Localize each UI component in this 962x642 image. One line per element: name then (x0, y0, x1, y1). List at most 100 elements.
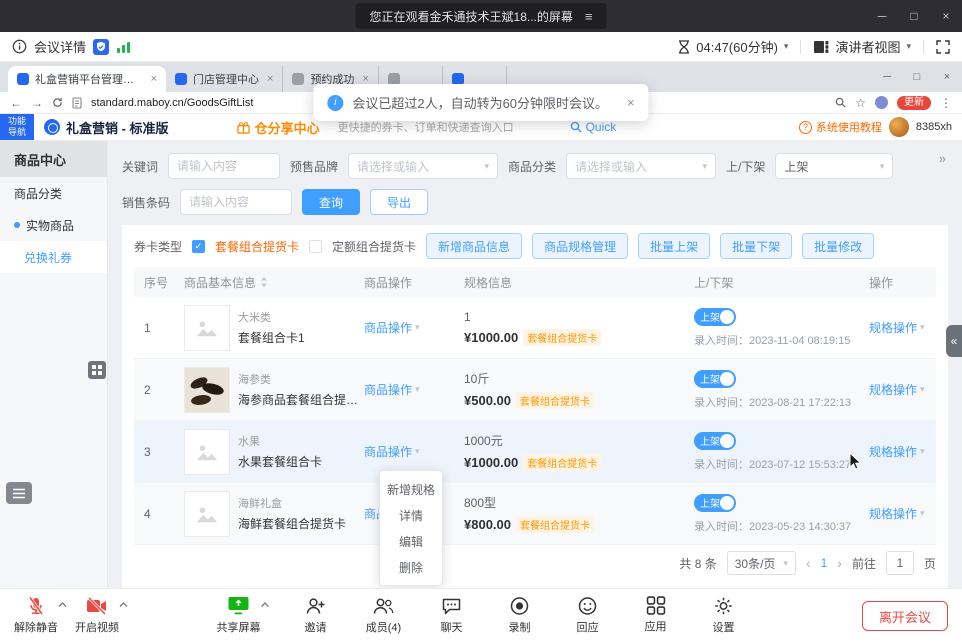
browser-minimize-button[interactable]: ─ (872, 71, 902, 83)
tab-store-center[interactable]: 门店管理中心 × (166, 66, 283, 92)
function-nav-button[interactable]: 功能 导航 (0, 114, 34, 140)
goto-page-input[interactable] (886, 551, 914, 575)
maximize-button[interactable]: □ (898, 0, 930, 32)
export-button[interactable]: 导出 (370, 189, 428, 215)
spec-op-dropdown[interactable]: 规格操作▾ (869, 505, 936, 522)
browser-close-button[interactable]: × (932, 71, 962, 83)
video-options-caret-icon[interactable] (119, 602, 128, 608)
sidebar-item-gift-voucher[interactable]: 兑换礼券 (0, 241, 107, 273)
minimize-button[interactable]: ─ (866, 0, 898, 32)
search-button[interactable]: 查询 (302, 189, 360, 215)
fixed-card-checkbox[interactable] (309, 240, 322, 253)
timer-chevron-icon[interactable]: ▾ (784, 41, 789, 52)
bookmark-star-icon[interactable]: ☆ (855, 96, 866, 110)
leave-meeting-button[interactable]: 离开会议 (862, 601, 948, 631)
page-size-select[interactable]: 30条/页 ▾ (727, 551, 796, 575)
meeting-bar-right: 04:47(60分钟) ▾ 演讲者视图 ▾ (678, 37, 950, 56)
share-options-caret-icon[interactable] (261, 602, 270, 608)
prev-page-button[interactable]: ‹ (806, 555, 811, 571)
menu-item-edit[interactable]: 编辑 (380, 528, 442, 554)
share-center-link[interactable]: 仓分享中心 (237, 118, 320, 137)
forward-icon[interactable]: → (31, 96, 43, 110)
browser-menu-dots-icon[interactable]: ⋮ (940, 96, 952, 110)
shelf-toggle[interactable]: 上架 (694, 308, 736, 326)
shelf-toggle[interactable]: 上架 (694, 432, 736, 450)
sidebar-item-product-center[interactable]: 商品中心 (0, 141, 107, 177)
add-product-button[interactable]: 新增商品信息 (426, 233, 522, 259)
start-video-button[interactable]: 开启视频 (75, 596, 119, 635)
view-chevron-icon[interactable]: ▾ (906, 41, 911, 52)
menu-item-delete[interactable]: 删除 (380, 554, 442, 580)
product-op-dropdown[interactable]: 商品操作▾ (364, 319, 464, 336)
shelf-toggle[interactable]: 上架 (694, 370, 736, 388)
settings-button[interactable]: 设置 (702, 596, 746, 635)
screen-grid-tool-button[interactable] (88, 361, 106, 379)
fullscreen-icon[interactable] (936, 40, 950, 54)
back-icon[interactable]: ← (10, 96, 22, 110)
header-product-info[interactable]: 商品基本信息 (184, 274, 364, 291)
browser-window-controls: ─ □ × (872, 62, 962, 92)
tab-close-icon[interactable]: × (151, 73, 157, 85)
page-number-current[interactable]: 1 (821, 556, 828, 570)
spec-op-dropdown[interactable]: 规格操作▾ (869, 443, 936, 460)
sidebar-item-product-category[interactable]: 商品分类 (0, 177, 107, 209)
unmute-button[interactable]: 解除静音 (14, 596, 58, 635)
fixed-card-checkbox-label[interactable]: 定额组合提货卡 (332, 238, 416, 255)
browser-update-badge[interactable]: 更新 (897, 96, 931, 110)
next-page-button[interactable]: › (837, 555, 842, 571)
barcode-input-wrap (180, 189, 292, 215)
shelf-select[interactable]: 上架 ▾ (775, 153, 893, 179)
share-screen-button[interactable]: 共享屏幕 (217, 596, 261, 635)
spec-manage-button[interactable]: 商品规格管理 (532, 233, 628, 259)
sort-icon[interactable] (260, 276, 268, 288)
view-mode-label[interactable]: 演讲者视图 (835, 37, 900, 56)
spec-op-label: 规格操作 (869, 381, 917, 398)
sidebar-item-physical-goods[interactable]: 实物商品 (0, 209, 107, 241)
invite-button[interactable]: 邀请 (294, 596, 338, 635)
collapse-panel-icon[interactable]: » (939, 151, 946, 166)
combo-card-checkbox-label[interactable]: 套餐组合提货卡 (215, 238, 299, 255)
barcode-input[interactable] (189, 195, 283, 209)
members-button[interactable]: 成员(4) (362, 596, 406, 635)
support-icon: ? (799, 121, 812, 134)
app-logo[interactable]: 礼盒营销 - 标准版 (44, 118, 169, 137)
meeting-details-label[interactable]: 会议详情 (34, 37, 86, 56)
spec-op-dropdown[interactable]: 规格操作▾ (869, 319, 936, 336)
mic-options-caret-icon[interactable] (58, 602, 67, 608)
filter-row-1: 关键词 预售品牌 请选择或输入 ▾ 商品分类 请选择或输入 ▾ 上/下架 (122, 153, 948, 179)
product-op-dropdown[interactable]: 商品操作▾ (364, 381, 464, 398)
menu-item-details[interactable]: 详情 (380, 502, 442, 528)
keyword-input[interactable] (177, 159, 271, 173)
apps-button[interactable]: 应用 (634, 596, 678, 635)
tab-giftbox-admin[interactable]: 礼盒营销平台管理中... × (8, 66, 166, 92)
batch-edit-button[interactable]: 批量修改 (802, 233, 874, 259)
network-signal-icon[interactable] (116, 40, 132, 54)
refresh-icon[interactable] (52, 97, 63, 108)
toast-close-icon[interactable]: × (627, 95, 635, 110)
tab-close-icon[interactable]: × (267, 73, 273, 85)
close-button[interactable]: × (930, 0, 962, 32)
react-button[interactable]: 回应 (566, 596, 610, 635)
batch-off-shelf-button[interactable]: 批量下架 (720, 233, 792, 259)
spec-op-dropdown[interactable]: 规格操作▾ (869, 381, 936, 398)
category-select[interactable]: 请选择或输入 ▾ (566, 153, 716, 179)
info-icon[interactable] (12, 39, 27, 54)
browser-maximize-button[interactable]: □ (902, 71, 932, 83)
banner-menu-icon[interactable]: ≡ (585, 9, 593, 24)
quick-search-link[interactable]: Quick (570, 120, 617, 134)
batch-on-shelf-button[interactable]: 批量上架 (638, 233, 710, 259)
product-op-dropdown-open[interactable]: 商品操作▾ (364, 443, 464, 460)
combo-card-checkbox[interactable]: ✓ (192, 240, 205, 253)
zoom-icon[interactable] (835, 97, 846, 108)
browser-profile-icon[interactable] (875, 96, 888, 109)
shelf-toggle[interactable]: 上架 (694, 494, 736, 512)
screen-list-tool-button[interactable] (6, 482, 32, 504)
user-avatar[interactable] (889, 117, 909, 137)
right-collapse-handle[interactable]: « (946, 325, 962, 357)
menu-item-add-spec[interactable]: 新增规格 (380, 476, 442, 502)
brand-select[interactable]: 请选择或输入 ▾ (348, 153, 498, 179)
tutorial-link[interactable]: ? 系统使用教程 (799, 119, 882, 135)
security-shield-icon[interactable] (93, 39, 109, 55)
chat-button[interactable]: 聊天 (430, 596, 474, 635)
record-button[interactable]: 录制 (498, 596, 542, 635)
